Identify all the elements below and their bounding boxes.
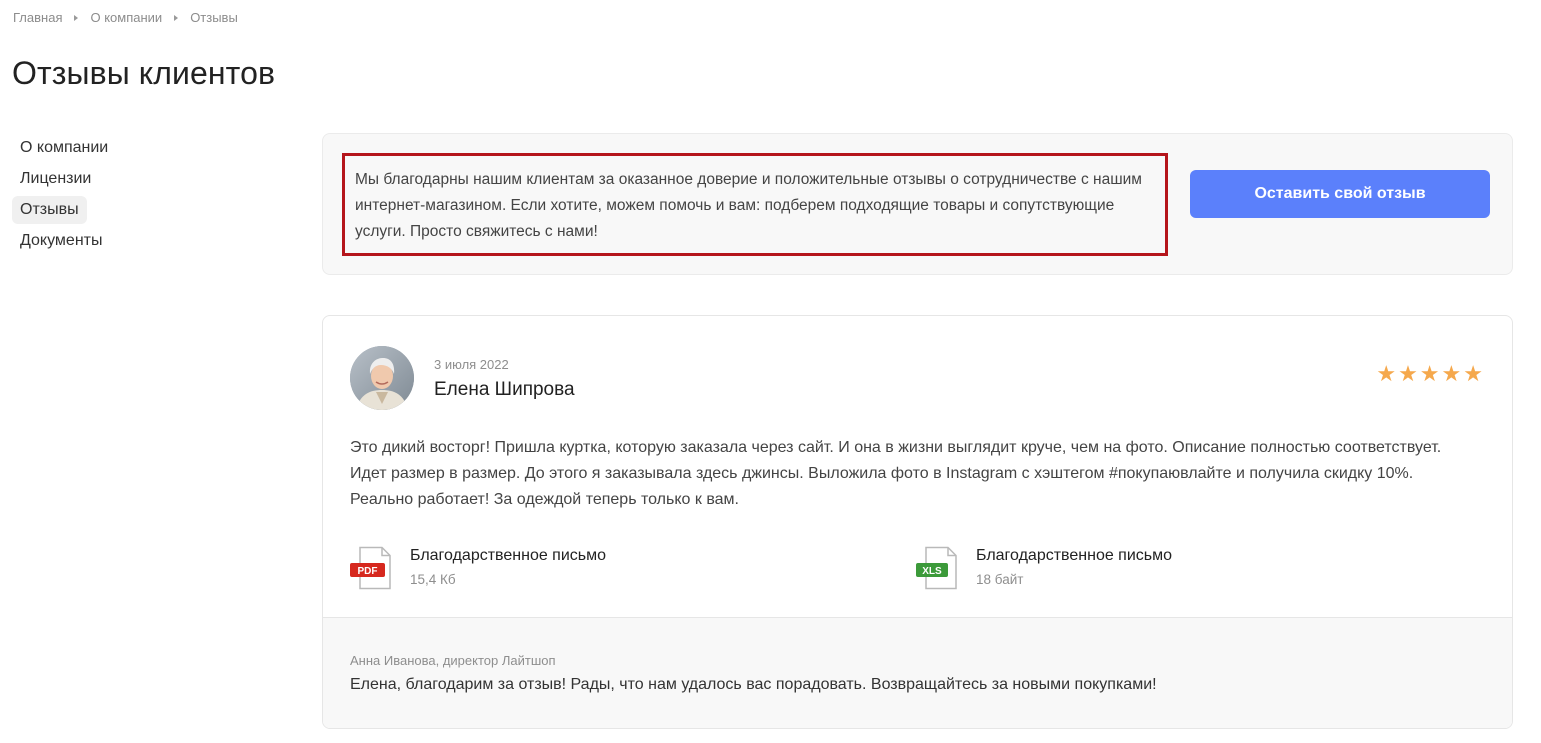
svg-text:XLS: XLS xyxy=(922,566,942,577)
sidebar-item-reviews[interactable]: Отзывы xyxy=(12,196,87,224)
pdf-file-icon: PDF xyxy=(350,546,396,590)
reply-author: Анна Иванова, директор Лайтшоп xyxy=(350,653,556,668)
breadcrumb-about-link[interactable]: О компании xyxy=(90,10,162,25)
intro-text: Мы благодарны нашим клиентам за оказанно… xyxy=(342,153,1168,256)
breadcrumb-current: Отзывы xyxy=(190,10,238,25)
attachment-xls[interactable]: XLS Благодарственное письмо 18 байт xyxy=(916,546,1172,590)
rating-stars: ★ ★ ★ ★ ★ xyxy=(1376,363,1483,385)
star-icon: ★ xyxy=(1463,361,1483,386)
attachment-name[interactable]: Благодарственное письмо xyxy=(976,547,1172,565)
svg-text:PDF: PDF xyxy=(358,566,378,577)
review-date: 3 июля 2022 xyxy=(434,357,509,372)
leave-review-button[interactable]: Оставить свой отзыв xyxy=(1190,170,1490,218)
attachment-name[interactable]: Благодарственное письмо xyxy=(410,547,606,565)
avatar-photo-icon xyxy=(350,346,414,410)
sidebar-item-documents[interactable]: Документы xyxy=(12,227,110,255)
avatar xyxy=(350,346,414,410)
intro-panel: Мы благодарны нашим клиентам за оказанно… xyxy=(322,133,1513,275)
star-icon: ★ xyxy=(1441,361,1462,386)
review-card: 3 июля 2022 Елена Шипрова ★ ★ ★ ★ ★ Это … xyxy=(322,315,1513,729)
review-text: Это дикий восторг! Пришла куртка, котору… xyxy=(350,439,1442,508)
sidebar-item-about[interactable]: О компании xyxy=(12,134,116,162)
breadcrumb-separator-icon xyxy=(174,14,179,21)
star-icon: ★ xyxy=(1376,361,1397,386)
star-icon: ★ xyxy=(1419,361,1440,386)
attachment-size: 15,4 Кб xyxy=(410,572,456,587)
company-reply: Анна Иванова, директор Лайтшоп Елена, бл… xyxy=(323,617,1512,728)
xls-file-icon: XLS xyxy=(916,546,962,590)
breadcrumb-separator-icon xyxy=(74,14,79,21)
star-icon: ★ xyxy=(1398,361,1418,386)
attachment-size: 18 байт xyxy=(976,572,1024,587)
reply-text: Елена, благодарим за отзыв! Рады, что на… xyxy=(350,676,1157,693)
page-title: Отзывы клиентов xyxy=(12,55,276,91)
breadcrumb: Главная О компании Отзывы xyxy=(13,10,238,25)
breadcrumb-home-link[interactable]: Главная xyxy=(13,10,62,25)
attachment-pdf[interactable]: PDF Благодарственное письмо 15,4 Кб xyxy=(350,546,606,590)
sidebar-nav: О компании Лицензии Отзывы Документы xyxy=(12,134,212,258)
review-author-name: Елена Шипрова xyxy=(434,379,575,400)
sidebar-item-licenses[interactable]: Лицензии xyxy=(12,165,99,193)
